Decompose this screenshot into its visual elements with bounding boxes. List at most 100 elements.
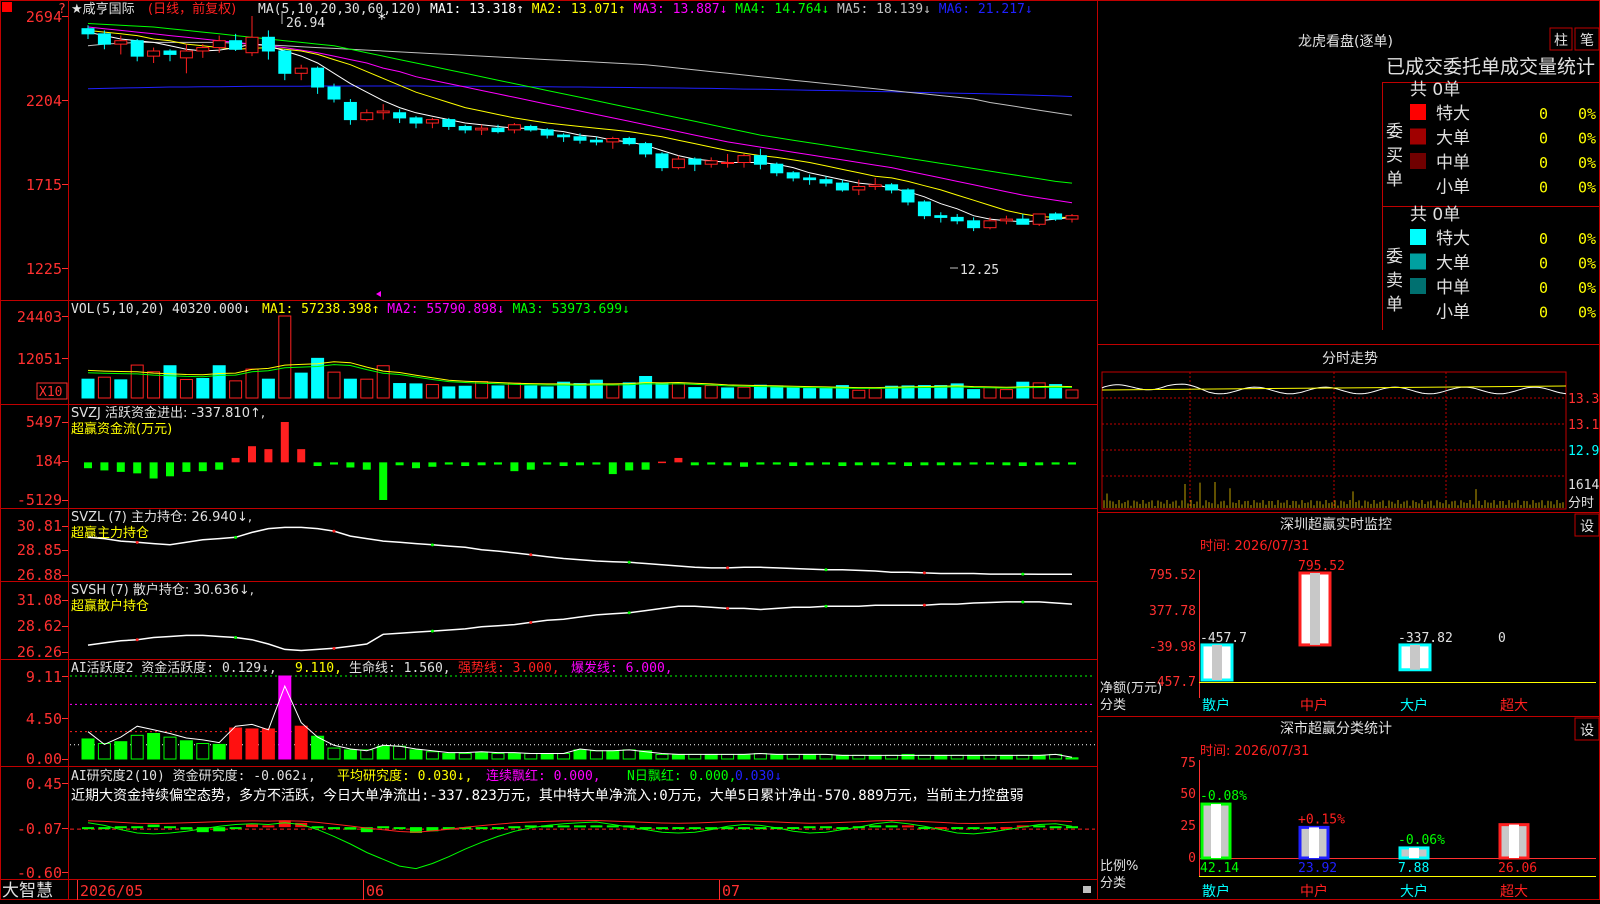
volume-bar[interactable] — [704, 385, 718, 399]
volume-bar[interactable] — [852, 389, 866, 399]
flow-bar[interactable] — [149, 462, 158, 479]
volume-bar[interactable] — [245, 368, 259, 399]
flow-bar[interactable] — [231, 457, 240, 463]
volume-panel[interactable] — [81, 315, 1079, 399]
classify-category[interactable]: 散户 — [1202, 883, 1230, 900]
candle-body[interactable] — [245, 36, 259, 54]
research-bar[interactable] — [147, 824, 160, 828]
flow-bar[interactable] — [608, 462, 617, 475]
research-bar[interactable] — [164, 826, 176, 829]
activity-bar[interactable] — [770, 753, 784, 760]
activity-bar[interactable] — [1016, 754, 1030, 760]
candle-body[interactable] — [458, 125, 472, 131]
candle-body[interactable] — [573, 136, 587, 141]
research-bar[interactable] — [262, 825, 275, 828]
candle-body[interactable] — [1065, 215, 1079, 220]
candle-body[interactable] — [967, 220, 981, 229]
volume-bar[interactable] — [212, 365, 226, 399]
flow-bar[interactable] — [789, 462, 798, 467]
activity-bar[interactable] — [409, 749, 423, 760]
candle-body[interactable] — [786, 172, 800, 179]
candle-body[interactable] — [852, 186, 866, 191]
volume-bar[interactable] — [360, 378, 374, 399]
flow-bar[interactable] — [297, 449, 306, 463]
flow-bar[interactable] — [412, 462, 420, 469]
research-bar[interactable] — [885, 825, 898, 828]
candle-body[interactable] — [704, 160, 718, 165]
flow-bar[interactable] — [756, 462, 765, 465]
flow-bar[interactable] — [1018, 462, 1027, 467]
classify-category[interactable]: 超大 — [1500, 884, 1528, 900]
activity-bar[interactable] — [967, 754, 981, 760]
candle-body[interactable] — [1049, 213, 1063, 220]
research-bar[interactable] — [754, 827, 767, 830]
monitor-category[interactable]: 超大 — [1500, 698, 1528, 714]
activity-bar[interactable] — [688, 753, 702, 760]
volume-bar[interactable] — [425, 384, 439, 399]
candle-body[interactable] — [376, 110, 390, 114]
candle-body[interactable] — [803, 177, 817, 181]
candle-body[interactable] — [983, 220, 997, 229]
vol-unit[interactable]: X10 — [39, 385, 62, 400]
flow-bar[interactable] — [772, 462, 781, 465]
activity-bar[interactable] — [704, 753, 718, 760]
activity-bar[interactable] — [1032, 754, 1046, 760]
activity-bar[interactable] — [589, 750, 603, 760]
candle-body[interactable] — [261, 36, 275, 52]
flow-bar[interactable] — [330, 462, 338, 465]
research-bar[interactable] — [246, 824, 258, 828]
flow-bar[interactable] — [461, 462, 470, 467]
candle-body[interactable] — [311, 67, 325, 88]
research-bar[interactable] — [606, 825, 619, 828]
candle-body[interactable] — [885, 184, 899, 191]
candle-body[interactable] — [671, 158, 685, 169]
candle-body[interactable] — [147, 50, 161, 57]
activity-bar[interactable] — [934, 754, 948, 760]
activity-bar[interactable] — [294, 725, 308, 760]
candle-body[interactable] — [278, 50, 292, 74]
volume-bar[interactable] — [507, 382, 521, 399]
volume-bar[interactable] — [999, 389, 1013, 399]
flow-bar[interactable] — [838, 462, 847, 467]
flow-bar[interactable] — [133, 462, 142, 474]
flow-bar[interactable] — [362, 462, 371, 470]
flow-bar[interactable] — [936, 462, 945, 466]
activity-bar[interactable] — [327, 747, 341, 760]
activity-bar[interactable] — [491, 753, 505, 760]
activity-bar[interactable] — [179, 740, 193, 760]
activity-bar[interactable] — [81, 738, 95, 760]
research-bar[interactable] — [1066, 826, 1078, 829]
candle-body[interactable] — [393, 112, 407, 119]
volume-bar[interactable] — [671, 382, 685, 399]
research-bar[interactable] — [377, 826, 390, 829]
candle-body[interactable] — [901, 189, 915, 203]
volume-bar[interactable] — [327, 371, 341, 399]
svzl-panel[interactable] — [87, 526, 1072, 576]
activity-bar[interactable] — [442, 753, 456, 760]
candle-body[interactable] — [835, 182, 849, 191]
volume-bar[interactable] — [524, 385, 538, 399]
candle-body[interactable] — [1032, 213, 1046, 225]
menu-marker-icon[interactable] — [2, 2, 12, 12]
activity-bar[interactable] — [114, 741, 128, 760]
flow-bar[interactable] — [904, 462, 912, 467]
activity-bar[interactable] — [573, 749, 587, 760]
volume-bar[interactable] — [343, 378, 357, 399]
flow-bar[interactable] — [658, 461, 666, 464]
research-bar[interactable] — [869, 825, 882, 828]
activity-bar[interactable] — [950, 754, 964, 760]
volume-bar[interactable] — [261, 378, 275, 399]
volume-bar[interactable] — [721, 387, 735, 399]
research-bar[interactable] — [902, 825, 914, 828]
flow-bar[interactable] — [887, 462, 896, 465]
research-bar[interactable] — [492, 827, 504, 830]
volume-bar[interactable] — [393, 383, 407, 399]
research-bar[interactable] — [656, 827, 668, 830]
activity-bar[interactable] — [376, 745, 390, 760]
candle-body[interactable] — [409, 117, 423, 124]
candle-body[interactable] — [507, 124, 521, 131]
research-bar[interactable] — [475, 827, 488, 830]
activity-bar[interactable] — [917, 754, 931, 760]
candle-body[interactable] — [540, 129, 554, 136]
volume-bar[interactable] — [97, 376, 111, 399]
